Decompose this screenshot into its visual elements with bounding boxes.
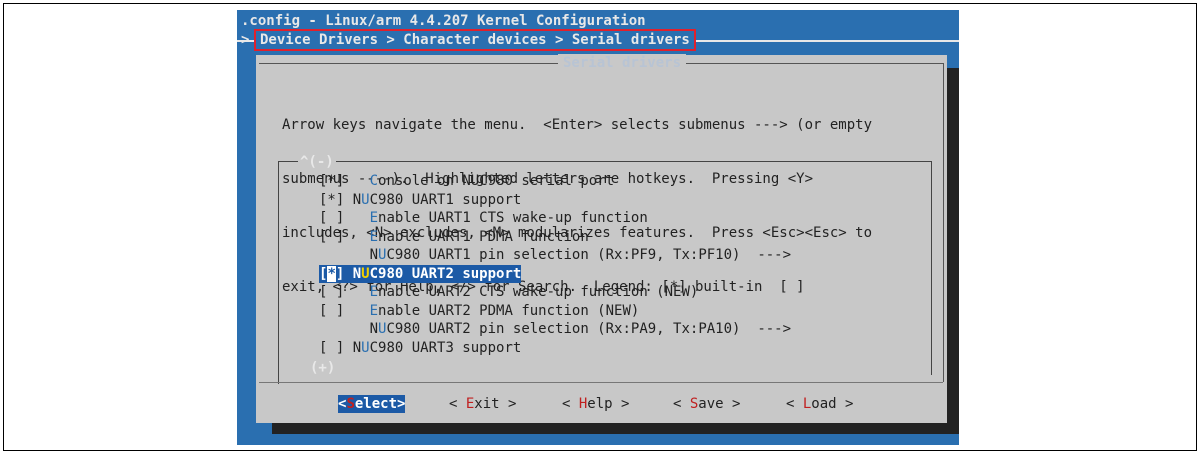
menu-item-state[interactable]: [ ] [319,340,344,356]
menu-item-label: NUC980 UART1 pin selection (Rx:PF9, Tx:P… [344,247,792,263]
menu-item-label: NUC980 UART3 support [344,339,522,356]
terminal-window: .config - Linux/arm 4.4.207 Kernel Confi… [237,10,959,445]
menu-item-label: Enable UART1 PDMA function [369,228,589,245]
hotkey-letter: U [361,265,370,282]
menu-item[interactable]: [ ] Enable UART1 PDMA function [319,228,589,246]
hotkey-letter: S [346,396,355,412]
menu-item[interactable]: NUC980 UART2 pin selection (Rx:PA9, Tx:P… [319,320,791,338]
scroll-up-indicator: ^(-) [298,153,336,171]
menu-item-label: Enable UART1 CTS wake-up function [369,210,648,226]
hotkey-letter: H [578,396,588,412]
load-button[interactable]: < Load > [786,395,853,413]
hotkey-letter: U [361,339,370,356]
exit-button[interactable]: < Exit > [449,395,516,413]
hotkey-letter: U [361,191,370,208]
help-line: Arrow keys navigate the menu. <Enter> se… [282,117,873,133]
menu-item-state[interactable]: [*] [319,173,344,189]
menu-item-label: NUC980 UART2 support [344,265,522,282]
menu-item[interactable]: [*] NUC980 UART2 support [319,264,522,283]
menu-item-label: Enable UART2 CTS wake-up function (NEW) [369,284,699,300]
menu-item-state[interactable]: [ ] [319,210,344,226]
hotkey-letter: S [689,396,699,412]
menu-item[interactable]: [*] Console on NUC980 serial port [319,172,614,190]
menu-item-state[interactable]: [ ] [319,229,344,245]
menu-item-state[interactable]: [*] [319,265,344,282]
help-button[interactable]: < Help > [562,395,629,413]
hotkey-letter: U [378,247,387,263]
hotkey-letter: C [369,173,379,189]
menu-item[interactable]: [ ] Enable UART2 PDMA function (NEW) [319,302,639,320]
hotkey-letter: E [465,396,475,412]
hotkey-letter: E [369,210,379,226]
menu-item-state[interactable]: [*] [319,192,344,208]
menu-item-state[interactable] [319,321,344,337]
menu-item-label: NUC980 UART2 pin selection (Rx:PA9, Tx:P… [344,321,792,337]
hotkey-letter: L [802,396,812,412]
save-button[interactable]: < Save > [673,395,740,413]
menu-item[interactable]: NUC980 UART1 pin selection (Rx:PF9, Tx:P… [319,246,791,264]
menu-item-label: Enable UART2 PDMA function (NEW) [369,302,640,319]
hotkey-letter: U [378,321,387,337]
menu-item[interactable]: [ ] NUC980 UART3 support [319,339,521,357]
menu-item-state[interactable]: [ ] [319,303,344,319]
scroll-down-indicator: (+) [308,359,338,377]
button-separator [259,382,943,383]
menu-item-label: Console on NUC980 serial port [369,173,615,189]
menu-item-state[interactable] [319,247,344,263]
breadcrumb-row: > Device Drivers > Character devices > S… [237,29,959,51]
menu-item[interactable]: [*] NUC980 UART1 support [319,191,521,209]
cursor: * [327,265,336,282]
menu-item-label: NUC980 UART1 support [344,191,522,208]
menu-item[interactable]: [ ] Enable UART2 CTS wake-up function (N… [319,283,698,301]
breadcrumb-arrow: > [241,32,250,48]
menu-item-state[interactable]: [ ] [319,284,344,300]
window-title: .config - Linux/arm 4.4.207 Kernel Confi… [241,13,646,29]
menu-item[interactable]: [ ] Enable UART1 CTS wake-up function [319,209,648,227]
hotkey-letter: E [369,228,379,245]
dialog-title: Serial drivers [558,54,687,72]
serial-drivers-dialog: Serial drivers Arrow keys navigate the m… [256,54,947,423]
hotkey-letter: E [369,302,379,319]
select-button[interactable]: <Select> [338,395,406,413]
hotkey-letter: E [369,284,379,300]
breadcrumb: Device Drivers > Character devices > Ser… [254,29,696,51]
